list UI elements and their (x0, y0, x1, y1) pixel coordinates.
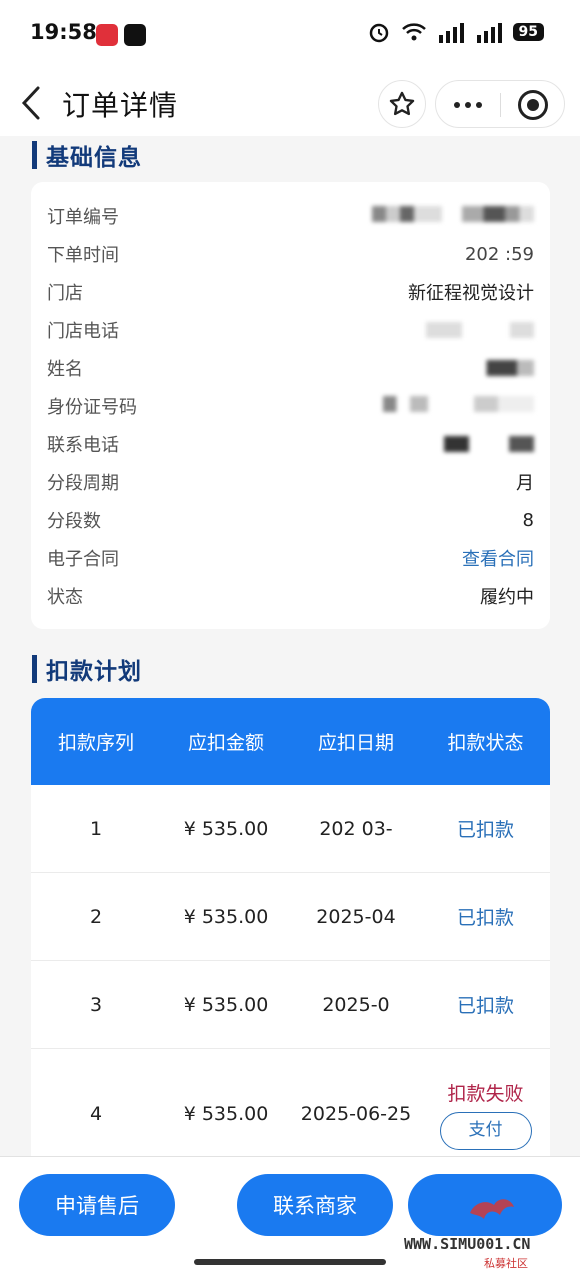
more-button[interactable] (436, 81, 500, 129)
cell-status: 已扣款 (456, 995, 514, 1017)
signal-icon (438, 23, 464, 43)
info-label: 分段周期 (47, 473, 119, 494)
close-circle-icon[interactable] (518, 90, 548, 120)
after-sale-button[interactable]: 申请售后 (19, 1174, 175, 1236)
info-label: 联系电话 (47, 435, 119, 456)
info-row-id-number: 身份证号码 (47, 387, 534, 425)
pay-button[interactable]: 支付 (439, 1111, 532, 1150)
favorite-button[interactable] (378, 80, 426, 128)
cell-amount: ¥ 535.00 (183, 993, 269, 1016)
watermark-subtext: 私募社区 (484, 1257, 528, 1270)
home-indicator[interactable] (194, 1259, 386, 1265)
app-notification-icon (96, 24, 118, 46)
cell-date: 2025-0 (322, 993, 390, 1016)
info-label: 门店 (47, 283, 83, 304)
view-contract-link[interactable]: 查看合同 (462, 545, 534, 571)
battery-icon: 95 (512, 23, 544, 41)
signal-icon-2 (476, 23, 502, 43)
masked-value (414, 322, 534, 338)
star-icon (389, 91, 415, 116)
cell-amount: ¥ 535.00 (183, 905, 269, 928)
cell-status-failed: 扣款失败 (447, 1082, 524, 1105)
info-label: 下单时间 (47, 245, 119, 266)
info-row-contact-phone: 联系电话 (47, 425, 534, 463)
cell-status-action: 扣款失败 支付 (421, 1079, 550, 1150)
cell-seq: 3 (89, 993, 103, 1016)
section-accent-bar (32, 655, 37, 683)
info-label: 分段数 (47, 511, 101, 532)
cell-amount: ¥ 535.00 (183, 817, 269, 840)
bottom-action-bar: 申请售后 联系商家 WWW.SIMU001.CN 私募社区 (0, 1156, 580, 1276)
info-value: 8 (522, 509, 534, 531)
plan-header: 扣款计划 (32, 652, 142, 686)
status-bar: 19:58 95 (0, 0, 580, 70)
cell-seq: 1 (89, 817, 103, 840)
info-row-period: 分段周期 月 (47, 463, 534, 501)
order-status-value: 履约中 (480, 587, 534, 608)
info-label: 门店电话 (47, 321, 119, 342)
mini-program-capsule (435, 80, 565, 128)
info-value: 新征程视觉设计 (408, 283, 534, 304)
nav-bar: 订单详情 (0, 70, 580, 136)
info-row-installments: 分段数 8 (47, 501, 534, 539)
masked-value (383, 395, 534, 417)
tiktok-icon (124, 24, 146, 46)
info-row-store: 门店 新征程视觉设计 (47, 273, 534, 311)
table-row: 3 ¥ 535.00 2025-0 已扣款 (31, 961, 550, 1049)
basic-info-title: 基础信息 (46, 145, 142, 171)
info-value: 月 (516, 473, 534, 494)
cell-status: 已扣款 (456, 907, 514, 929)
header-seq: 扣款序列 (57, 732, 134, 754)
watermark-text: WWW.SIMU001.CN (404, 1235, 531, 1253)
info-label: 订单编号 (47, 207, 119, 228)
masked-value (372, 205, 534, 227)
wifi-icon (401, 23, 426, 41)
cell-date: 202 03- (319, 817, 393, 840)
contact-merchant-button[interactable]: 联系商家 (237, 1174, 393, 1236)
watermark: WWW.SIMU001.CN 私募社区 (404, 1199, 574, 1270)
basic-info-card: 订单编号 下单时间 202 :59 门店 新征程视觉设计 门店电话 姓名 身份证… (31, 182, 550, 629)
info-label: 身份证号码 (47, 397, 137, 418)
info-row-name: 姓名 (47, 349, 534, 387)
info-row-store-phone: 门店电话 (47, 311, 534, 349)
page-title: 订单详情 (62, 89, 179, 122)
cell-amount: ¥ 535.00 (183, 1103, 269, 1125)
table-row: 1 ¥ 535.00 202 03- 已扣款 (31, 785, 550, 873)
status-time: 19:58 (30, 20, 97, 44)
info-row-status: 状态 履约中 (47, 577, 534, 615)
info-row-order-no: 订单编号 (47, 197, 534, 235)
section-accent-bar (32, 141, 37, 169)
cell-status: 已扣款 (456, 819, 514, 841)
cell-date: 2025-06-25 (300, 1103, 412, 1125)
basic-info-header: 基础信息 (32, 138, 142, 172)
watermark-logo-icon (470, 1199, 514, 1219)
masked-value (478, 360, 534, 376)
header-amount: 应扣金额 (187, 732, 264, 754)
back-button[interactable] (16, 82, 50, 124)
table-header: 扣款序列 应扣金额 应扣日期 扣款状态 (31, 698, 550, 785)
plan-title: 扣款计划 (46, 659, 142, 685)
cell-seq: 2 (89, 905, 103, 928)
masked-value (434, 436, 534, 452)
chevron-left-icon (21, 86, 40, 120)
cell-seq: 4 (89, 1103, 103, 1125)
table-row: 2 ¥ 535.00 2025-04 已扣款 (31, 873, 550, 961)
deduction-plan-table: 扣款序列 应扣金额 应扣日期 扣款状态 1 ¥ 535.00 202 03- 已… (31, 698, 550, 1179)
info-row-contract: 电子合同 查看合同 (47, 539, 534, 577)
info-label: 姓名 (47, 359, 83, 380)
status-indicators: 95 (367, 20, 544, 44)
info-row-order-time: 下单时间 202 :59 (47, 235, 534, 273)
header-status: 扣款状态 (447, 732, 524, 754)
alarm-icon (369, 23, 388, 43)
capsule-divider (500, 93, 501, 117)
cell-date: 2025-04 (316, 905, 396, 928)
header-date: 应扣日期 (317, 732, 394, 754)
info-label: 电子合同 (47, 549, 119, 570)
masked-value: 202 :59 (464, 243, 534, 265)
info-label: 状态 (47, 587, 83, 608)
